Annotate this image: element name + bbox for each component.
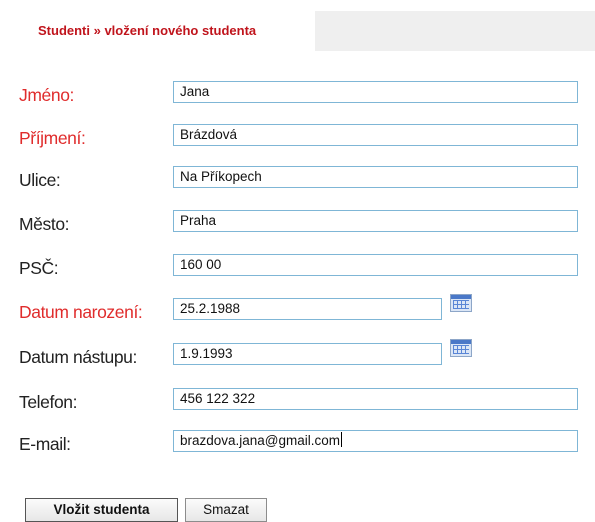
field-row-datum-nastupu: Datum nástupu: 1.9.1993 — [0, 339, 595, 373]
label-psc: PSČ: — [19, 258, 59, 278]
label-jmeno: Jméno: — [19, 85, 74, 105]
input-email[interactable]: brazdova.jana@gmail.com — [173, 430, 578, 452]
text-caret — [341, 432, 343, 447]
field-row-ulice: Ulice: Na Příkopech — [0, 166, 595, 196]
submit-student-button[interactable]: Vložit studenta — [25, 498, 178, 522]
label-datum-nastupu: Datum nástupu: — [19, 347, 137, 367]
field-row-jmeno: Jméno: Jana — [0, 81, 595, 111]
field-row-psc: PSČ: 160 00 — [0, 254, 595, 284]
label-mesto: Město: — [19, 214, 70, 234]
field-row-telefon: Telefon: 456 122 322 — [0, 388, 595, 418]
calendar-icon[interactable] — [450, 339, 472, 357]
input-datum-nastupu[interactable]: 1.9.1993 — [173, 343, 442, 365]
input-mesto[interactable]: Praha — [173, 210, 578, 232]
label-email: E-mail: — [19, 434, 71, 454]
label-ulice: Ulice: — [19, 170, 61, 190]
label-prijmeni: Příjmení: — [19, 128, 86, 148]
label-telefon: Telefon: — [19, 392, 78, 412]
input-telefon[interactable]: 456 122 322 — [173, 388, 578, 410]
input-prijmeni[interactable]: Brázdová — [173, 124, 578, 146]
field-row-email: E-mail: brazdova.jana@gmail.com — [0, 430, 595, 460]
tab-students-new[interactable]: Studenti » vložení nového studenta — [18, 11, 315, 51]
input-jmeno[interactable]: Jana — [173, 81, 578, 103]
calendar-icon[interactable] — [450, 294, 472, 312]
field-row-prijmeni: Příjmení: Brázdová — [0, 124, 595, 154]
input-psc[interactable]: 160 00 — [173, 254, 578, 276]
tab-bar: Studenti » vložení nového studenta — [18, 11, 595, 51]
input-ulice[interactable]: Na Příkopech — [173, 166, 578, 188]
label-datum-narozeni: Datum narození: — [19, 302, 143, 322]
field-row-datum-narozeni: Datum narození: 25.2.1988 — [0, 294, 595, 328]
reset-button[interactable]: Smazat — [185, 498, 267, 522]
input-datum-narozeni[interactable]: 25.2.1988 — [173, 298, 442, 320]
input-email-value: brazdova.jana@gmail.com — [180, 433, 341, 448]
field-row-mesto: Město: Praha — [0, 210, 595, 240]
